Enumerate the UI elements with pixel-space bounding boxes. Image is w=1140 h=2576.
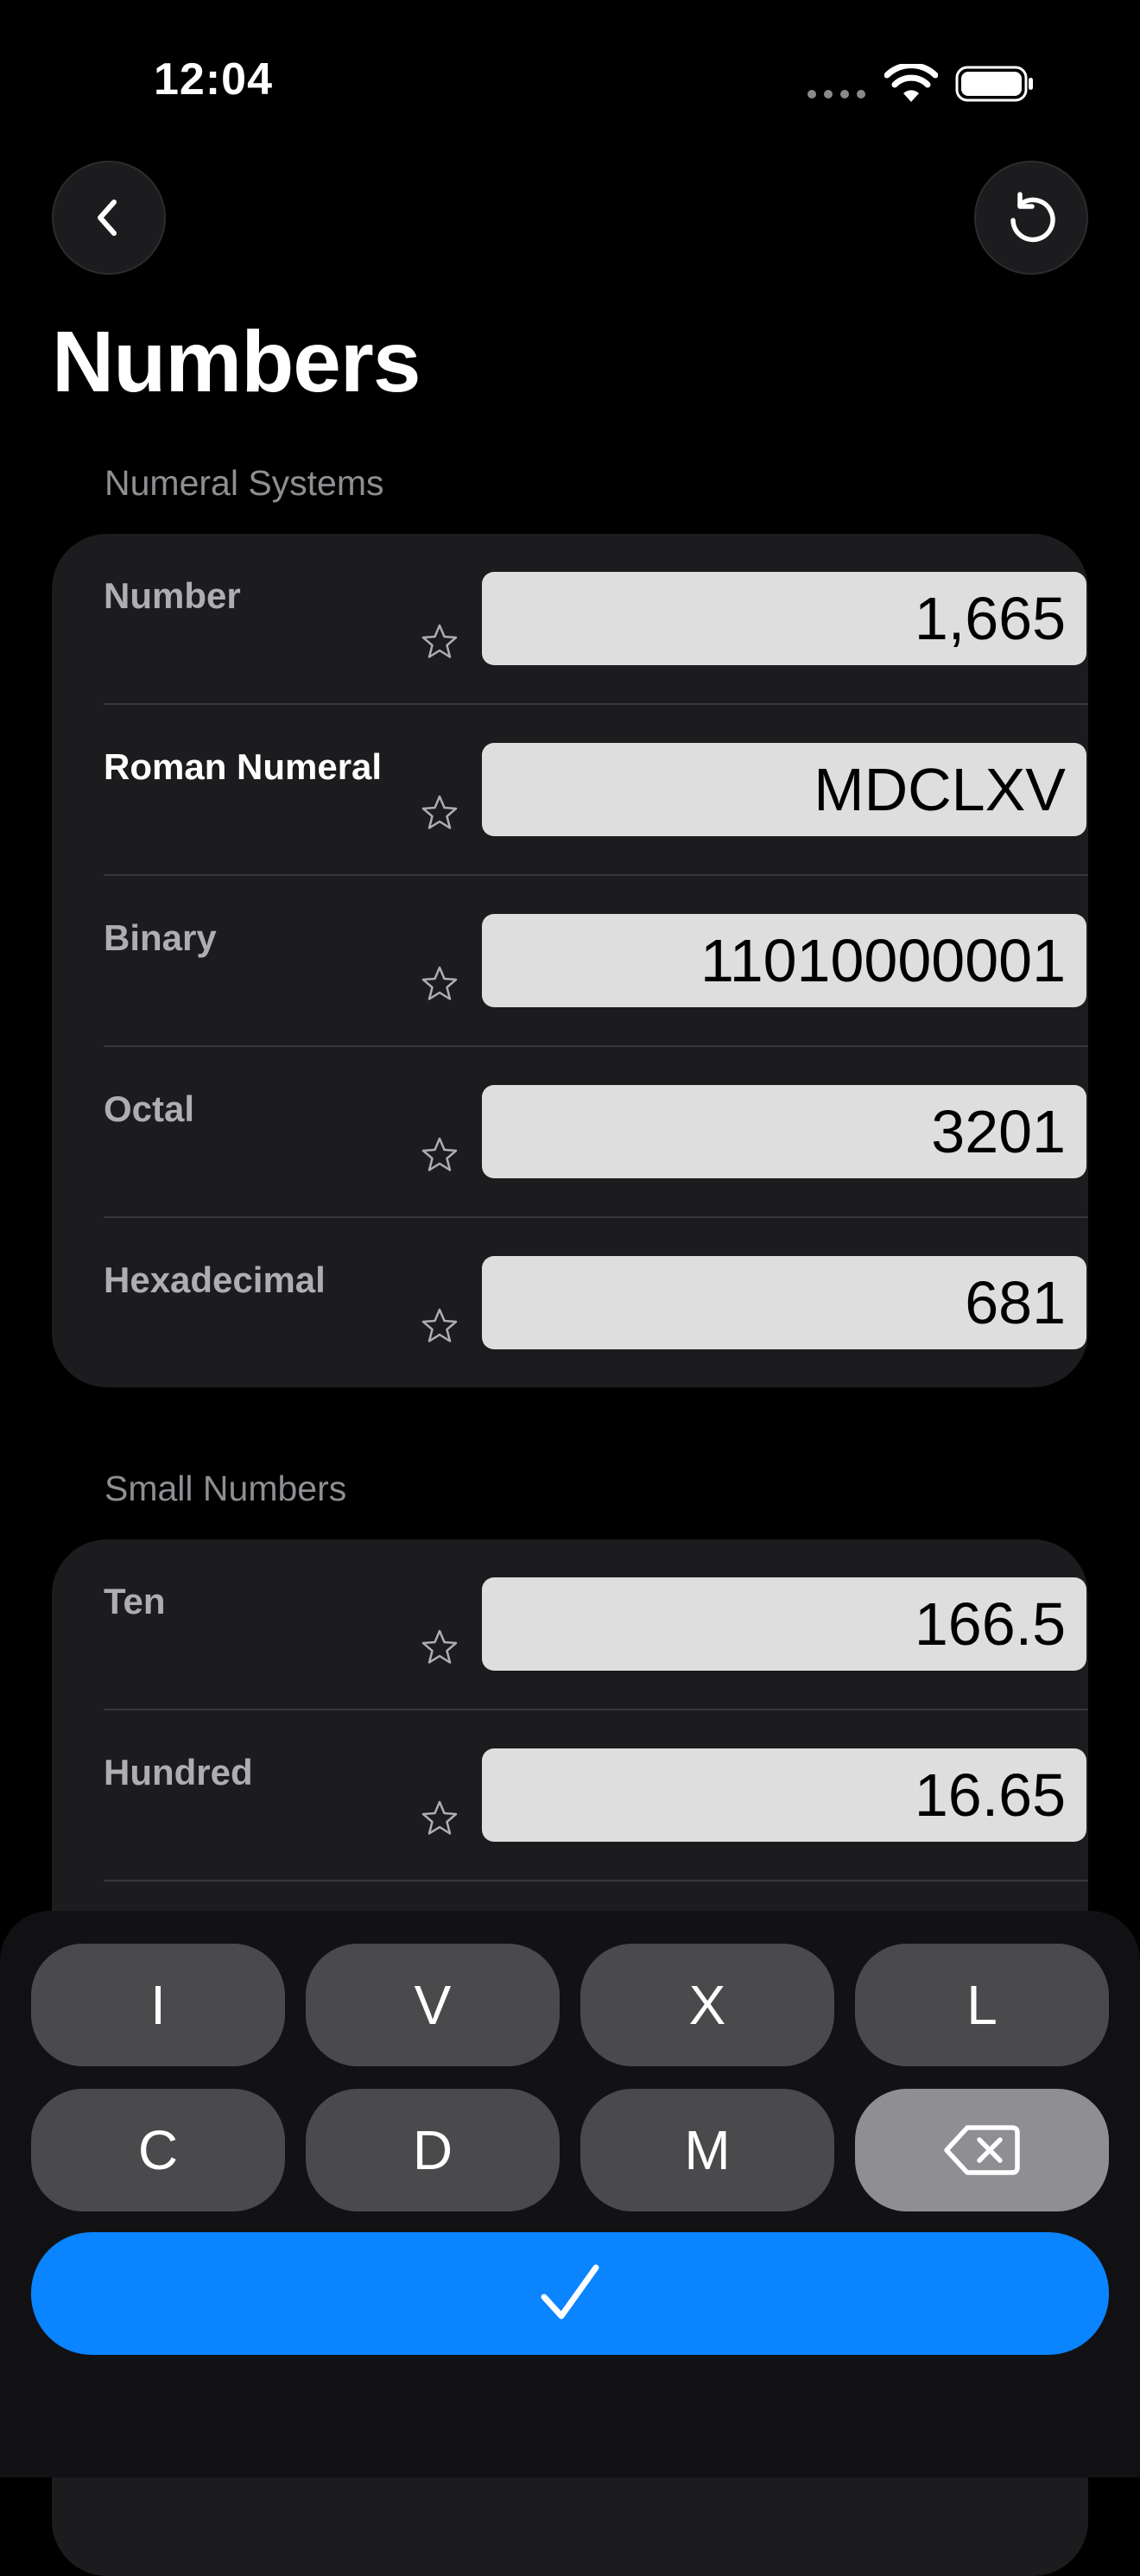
octal-field[interactable]: 3201 [482, 1085, 1086, 1178]
row-label: Binary [104, 917, 217, 958]
back-button[interactable] [52, 161, 166, 275]
numeral-systems-card: Number 1,665 Roman Numeral MDCLXV Binary… [52, 534, 1088, 1387]
row-label: Number [104, 575, 241, 616]
key-v[interactable]: V [306, 1944, 560, 2066]
confirm-button[interactable] [31, 2232, 1109, 2355]
rotate-left-icon [1010, 192, 1055, 243]
hundred-field[interactable]: 16.65 [482, 1748, 1086, 1842]
wifi-icon [884, 64, 938, 102]
chevron-left-icon [98, 200, 117, 236]
status-time: 12:04 [154, 54, 273, 105]
delete-key[interactable] [855, 2089, 1109, 2211]
key-d[interactable]: D [306, 2089, 560, 2211]
section-header-numeral-systems: Numeral Systems [104, 463, 384, 503]
row-label: Hexadecimal [104, 1259, 326, 1300]
key-c[interactable]: C [31, 2089, 285, 2211]
roman-numeral-field[interactable]: MDCLXV [482, 743, 1086, 836]
star-icon[interactable] [420, 1306, 459, 1346]
star-icon[interactable] [420, 1135, 459, 1175]
row-binary: Binary 11010000001 [104, 876, 1088, 1047]
row-label: Octal [104, 1088, 195, 1129]
star-icon[interactable] [420, 793, 459, 833]
hexadecimal-field[interactable]: 681 [482, 1256, 1086, 1349]
row-label: Roman Numeral [104, 746, 383, 787]
star-icon[interactable] [420, 1799, 459, 1838]
row-ten: Ten 166.5 [104, 1539, 1088, 1710]
roman-numeral-keyboard: I V X L C D M [0, 1911, 1140, 2478]
section-header-small-numbers: Small Numbers [104, 1469, 347, 1508]
row-label: Hundred [104, 1752, 253, 1792]
row-number: Number 1,665 [104, 534, 1088, 705]
delete-left-icon [944, 2125, 1020, 2175]
key-m[interactable]: M [580, 2089, 834, 2211]
divider [104, 1880, 1088, 1881]
row-roman-numeral: Roman Numeral MDCLXV [104, 705, 1088, 876]
ten-field[interactable]: 166.5 [482, 1577, 1086, 1671]
row-octal: Octal 3201 [104, 1047, 1088, 1218]
page-title: Numbers [52, 314, 421, 410]
key-i[interactable]: I [31, 1944, 285, 2066]
row-hundred: Hundred 16.65 [104, 1710, 1088, 1881]
key-x[interactable]: X [580, 1944, 834, 2066]
key-l[interactable]: L [855, 1944, 1109, 2066]
row-label: Ten [104, 1581, 166, 1621]
row-hexadecimal: Hexadecimal 681 [104, 1218, 1086, 1389]
cellular-signal-icon [808, 90, 866, 98]
checkmark-icon [541, 2264, 599, 2319]
reset-button[interactable] [974, 161, 1088, 275]
star-icon[interactable] [420, 622, 459, 662]
battery-icon [955, 66, 1033, 102]
binary-field[interactable]: 11010000001 [482, 914, 1086, 1007]
number-field[interactable]: 1,665 [482, 572, 1086, 665]
star-icon[interactable] [420, 964, 459, 1004]
star-icon[interactable] [420, 1627, 459, 1667]
